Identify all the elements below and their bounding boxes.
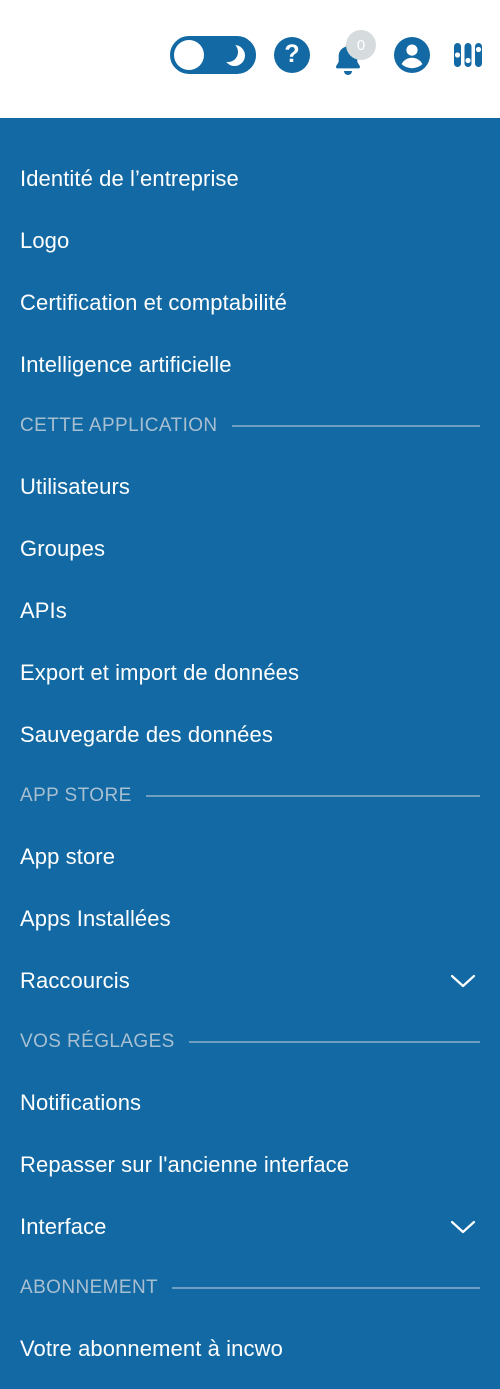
chevron-down-icon[interactable] xyxy=(450,973,476,989)
sidebar-section-label: APP STORE xyxy=(20,785,132,806)
sidebar-item-label: Apps Installées xyxy=(20,906,171,931)
sidebar-item-label: Sauvegarde des données xyxy=(20,722,273,747)
sidebar-item-label: Repasser sur l'ancienne interface xyxy=(20,1152,350,1177)
dark-mode-toggle[interactable] xyxy=(170,36,256,74)
sidebar-item-notifications[interactable]: Notifications xyxy=(0,1072,500,1134)
chevron-down-icon[interactable] xyxy=(450,1219,476,1235)
section-divider xyxy=(145,795,480,797)
dark-mode-toggle-track[interactable] xyxy=(170,36,256,74)
settings-sliders-icon xyxy=(454,43,482,67)
notifications-button[interactable]: 0 xyxy=(328,30,376,78)
section-divider xyxy=(231,425,480,427)
sidebar-section-abonnement: ABONNEMENT xyxy=(0,1258,500,1318)
sidebar-section-label: VOS RÉGLAGES xyxy=(20,1031,175,1052)
help-icon: ? xyxy=(274,37,310,73)
sidebar-item-label: Intelligence artificielle xyxy=(20,352,232,377)
toggle-knob xyxy=(174,40,204,70)
sidebar-section-cette-application: CETTE APPLICATION xyxy=(0,396,500,456)
sidebar-item-apis[interactable]: APIs xyxy=(0,580,500,642)
user-account-button[interactable] xyxy=(392,35,432,75)
sidebar-item-export-import-donnees[interactable]: Export et import de données xyxy=(0,642,500,704)
sidebar-item-label: Utilisateurs xyxy=(20,474,131,499)
top-bar-icon-group: ? 0 xyxy=(170,30,486,78)
sidebar-section-app-store: APP STORE xyxy=(0,766,500,826)
sidebar-section-label: ABONNEMENT xyxy=(20,1277,159,1298)
sidebar-item-intelligence-artificielle[interactable]: Intelligence artificielle xyxy=(0,334,500,396)
sidebar-item-label: Export et import de données xyxy=(20,660,300,685)
sidebar-item-sauvegarde-donnees[interactable]: Sauvegarde des données xyxy=(0,704,500,766)
settings-sliders-button[interactable] xyxy=(450,37,486,73)
sidebar-item-interface[interactable]: Interface xyxy=(0,1196,500,1258)
moon-icon xyxy=(218,42,245,66)
sidebar-navigation: Identité de l’entreprise Logo Certificat… xyxy=(0,118,500,1389)
help-button[interactable]: ? xyxy=(274,37,310,73)
sidebar-section-label: CETTE APPLICATION xyxy=(20,415,218,436)
sidebar-item-raccourcis[interactable]: Raccourcis xyxy=(0,950,500,1012)
sidebar-item-label: Raccourcis xyxy=(20,968,130,993)
bell-icon-wrapper: 0 xyxy=(328,30,376,78)
sidebar-item-logo[interactable]: Logo xyxy=(0,210,500,272)
sidebar-item-label: Interface xyxy=(20,1214,107,1239)
sidebar-section-vos-reglages: VOS RÉGLAGES xyxy=(0,1012,500,1072)
sidebar-item-label: App store xyxy=(20,844,116,869)
sidebar-item-votre-abonnement[interactable]: Votre abonnement à incwo xyxy=(0,1318,500,1380)
top-bar: ? 0 xyxy=(0,0,500,118)
sidebar-item-label: Identité de l’entreprise xyxy=(20,166,239,191)
section-divider xyxy=(188,1041,480,1043)
sidebar-item-label: Certification et comptabilité xyxy=(20,290,288,315)
sidebar-item-label: Notifications xyxy=(20,1090,142,1115)
sidebar-item-label: Logo xyxy=(20,228,70,253)
sidebar-item-ancienne-interface[interactable]: Repasser sur l'ancienne interface xyxy=(0,1134,500,1196)
user-account-icon xyxy=(394,37,430,73)
sidebar-item-label: Votre abonnement à incwo xyxy=(20,1336,283,1361)
settings-navigation-screen: ? 0 Identité de l’entreprise Logo Certif… xyxy=(0,0,500,1389)
sidebar-item-app-store[interactable]: App store xyxy=(0,826,500,888)
sidebar-item-groupes[interactable]: Groupes xyxy=(0,518,500,580)
sidebar-item-certification-comptabilite[interactable]: Certification et comptabilité xyxy=(0,272,500,334)
section-divider xyxy=(172,1287,480,1289)
sidebar-item-label: APIs xyxy=(20,598,67,623)
sidebar-item-identite-entreprise[interactable]: Identité de l’entreprise xyxy=(0,148,500,210)
sidebar-item-utilisateurs[interactable]: Utilisateurs xyxy=(0,456,500,518)
sidebar-item-label: Groupes xyxy=(20,536,106,561)
sidebar-item-apps-installees[interactable]: Apps Installées xyxy=(0,888,500,950)
notification-count-badge: 0 xyxy=(346,30,376,60)
